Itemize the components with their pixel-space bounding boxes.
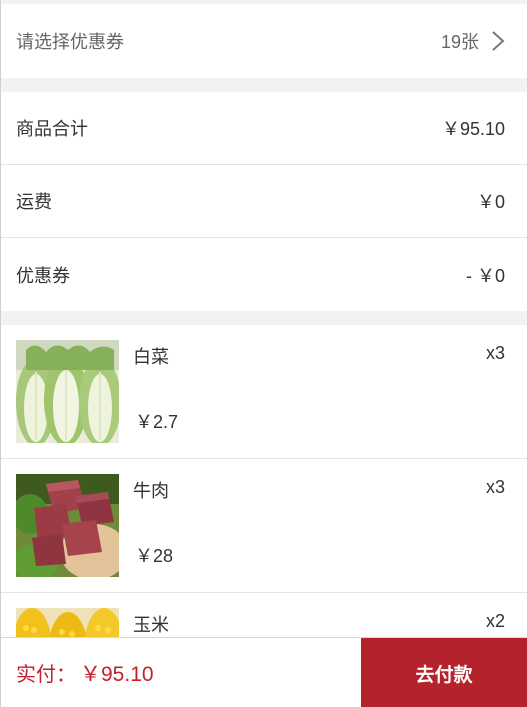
- coupon-count: 19张: [440, 32, 479, 52]
- summary-row-shipping: 运费 ￥0: [1, 165, 527, 238]
- product-image-beef: [16, 474, 119, 577]
- chevron-right-icon: [492, 31, 505, 51]
- goods-total-value: ￥95.10: [441, 119, 505, 139]
- coupon-selector[interactable]: 请选择优惠券 19张: [1, 4, 527, 78]
- section-divider: [1, 311, 527, 325]
- product-price: ￥28: [135, 546, 174, 566]
- coupon-label: 请选择优惠券: [16, 32, 124, 52]
- shipping-value: ￥0: [476, 192, 505, 212]
- summary-row-coupon: 优惠券 - ￥0: [1, 238, 527, 311]
- pay-button[interactable]: 去付款: [361, 638, 527, 707]
- total-amount: ￥95.10: [80, 662, 154, 686]
- goods-total-label: 商品合计: [16, 119, 88, 139]
- order-confirm-page: 请选择优惠券 19张 商品合计 ￥95.10 运费 ￥0 优惠券 - ￥0 白菜…: [0, 0, 528, 708]
- coupon-discount-value: - ￥0: [465, 265, 505, 286]
- list-item[interactable]: 白菜 x3 ￥2.7: [1, 325, 527, 459]
- product-name: 白菜: [133, 347, 169, 367]
- product-quantity: x3: [485, 477, 505, 497]
- section-divider: [1, 78, 527, 92]
- price-summary: 商品合计 ￥95.10 运费 ￥0 优惠券 - ￥0: [1, 92, 527, 311]
- coupon-discount-label: 优惠券: [16, 265, 70, 286]
- shipping-label: 运费: [16, 192, 52, 212]
- product-name: 玉米: [133, 615, 169, 635]
- product-quantity: x3: [485, 343, 505, 363]
- product-quantity: x2: [485, 611, 505, 631]
- total-payable: 实付： ￥95.10: [1, 638, 361, 707]
- checkout-bar: 实付： ￥95.10 去付款: [1, 637, 527, 707]
- coupon-count-group[interactable]: 19张: [441, 28, 505, 54]
- product-price: ￥2.7: [135, 412, 179, 432]
- product-image-cabbage: [16, 340, 119, 443]
- list-item[interactable]: 牛肉 x3 ￥28: [1, 459, 527, 593]
- product-name: 牛肉: [133, 481, 169, 501]
- summary-row-goods-total: 商品合计 ￥95.10: [1, 92, 527, 165]
- total-label: 实付：: [16, 664, 76, 686]
